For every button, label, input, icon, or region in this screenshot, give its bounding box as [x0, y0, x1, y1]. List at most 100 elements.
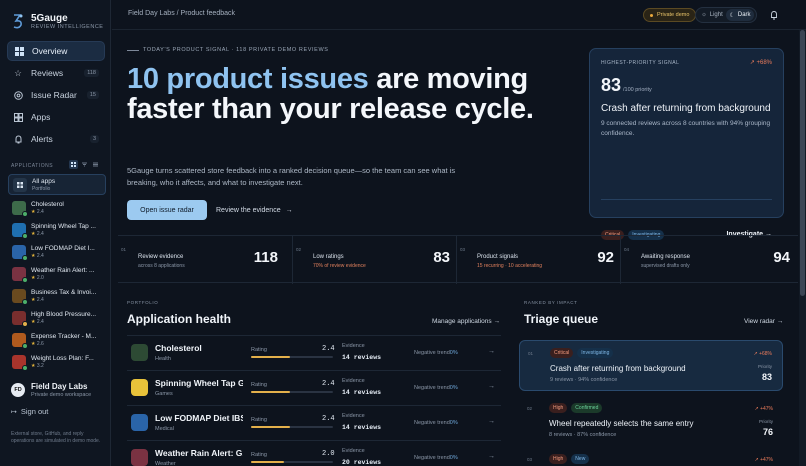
theme-toggle[interactable]: ☼ Light ☾ Dark	[695, 7, 757, 23]
app-health-row[interactable]: Low FODMAP Diet IBS Medical Rating 2.4 E…	[127, 405, 501, 439]
arrow-right-icon: →	[776, 318, 784, 325]
triage-sub: 8 reviews · 87% confidence	[549, 432, 617, 438]
view-radar-label: View radar	[744, 318, 775, 325]
star-icon: ★	[31, 362, 36, 369]
avatar: FD	[11, 383, 25, 397]
stat-sub: 70% of review evidence	[313, 263, 366, 269]
notifications-bell-icon[interactable]	[769, 10, 779, 20]
negative-trend: Negative trend0%	[414, 350, 458, 356]
star-icon: ★	[31, 252, 36, 259]
manage-applications-link[interactable]: Manage applications →	[432, 318, 500, 325]
nav-apps[interactable]: Apps	[7, 107, 105, 127]
trend-up-icon: ↗	[749, 60, 755, 66]
arrow-right-icon[interactable]: →	[488, 383, 495, 390]
sidebar-app-item[interactable]: Cholesterol ★ 2.4	[8, 197, 106, 218]
grid-icon	[13, 177, 27, 192]
scrollbar[interactable]	[799, 30, 806, 466]
user-profile[interactable]: FD Field Day Labs Private demo workspace	[11, 382, 91, 398]
sidebar-app-item[interactable]: Weather Rain Alert: ... ★ 2.0	[8, 263, 106, 284]
sidebar-app-item[interactable]: High Blood Pressure... ★ 2.4	[8, 307, 106, 328]
status-dot-icon	[22, 276, 28, 283]
nav-reviews[interactable]: ☆ Reviews 118	[7, 63, 105, 83]
stat-product-signals: 03 Product signals 15 recurring · 10 acc…	[456, 236, 620, 284]
priority-label: Priority	[757, 364, 772, 369]
rating-bar-fill	[251, 356, 291, 358]
app-health-row[interactable]: Weather Rain Alert: G... Weather Rating …	[127, 440, 501, 466]
sidebar-app-item[interactable]: Low FODMAP Diet I... ★ 2.4	[8, 241, 106, 262]
triage-delta-value: +47%	[760, 457, 773, 463]
app-name: Expense Tracker - M...	[31, 332, 97, 340]
grid-view-icon[interactable]	[69, 160, 78, 169]
theme-dark-option[interactable]: ☾ Dark	[726, 9, 754, 21]
app-rating-value: 2.4	[36, 318, 44, 325]
brand-name: 5Gauge	[31, 13, 68, 24]
stat-number: 01	[121, 247, 127, 252]
app-health-row[interactable]: Cholesterol Health Rating 2.4 Evidence 1…	[127, 335, 501, 369]
app-icon	[12, 332, 28, 349]
stat-value: 83	[433, 249, 450, 266]
stat-sub: 15 recurring · 10 accelerating	[477, 263, 543, 269]
triage-delta: ↗ +47%	[754, 406, 773, 412]
triage-item[interactable]: 01 Critical Investigating ↗ +68% Crash aft…	[519, 340, 783, 391]
scrollbar-thumb[interactable]	[800, 30, 805, 296]
negative-trend: Negative trend0%	[414, 420, 458, 426]
arrow-right-icon[interactable]: →	[488, 348, 495, 355]
arrow-right-icon[interactable]: →	[488, 453, 495, 460]
status-dot-icon	[22, 364, 28, 371]
rating-label: Rating	[251, 382, 267, 388]
trend-up-icon: ↗	[754, 457, 759, 463]
rating-bar	[251, 356, 333, 358]
trend-label: Negative trend	[414, 420, 450, 426]
trend-value: 0%	[449, 385, 458, 391]
status-dot-icon	[22, 342, 28, 349]
nav-overview[interactable]: Overview	[7, 41, 105, 61]
nav-label: Apps	[31, 112, 51, 122]
evidence-label: Evidence	[342, 343, 365, 349]
view-radar-link[interactable]: View radar →	[744, 318, 783, 325]
trend-label: Negative trend	[414, 350, 450, 356]
rating-label: Rating	[251, 452, 267, 458]
triage-item[interactable]: 03 High New ↗ +47%	[519, 447, 783, 466]
status-dot-icon	[22, 232, 28, 239]
app-name: Low FODMAP Diet IBS	[155, 413, 243, 423]
app-rating: ★ 2.4	[31, 209, 64, 215]
sidebar-app-item[interactable]: Expense Tracker - M... ★ 2.6	[8, 329, 106, 350]
sidebar-app-all[interactable]: All apps Portfolio	[8, 174, 106, 195]
sign-out-label: Sign out	[20, 407, 49, 416]
sign-out-button[interactable]: ↦ Sign out	[11, 407, 48, 416]
trend-up-icon: ↗	[753, 351, 758, 357]
app-health-row[interactable]: Spinning Wheel Tap Game Games Rating 2.4…	[127, 370, 501, 404]
sidebar-app-item[interactable]: Spinning Wheel Tap ... ★ 2.4	[8, 219, 106, 240]
signal-description: 9 connected reviews across 8 countries w…	[601, 120, 771, 137]
sort-icon[interactable]	[80, 160, 89, 169]
brand-tagline: REVIEW INTELLIGENCE	[31, 24, 104, 30]
arrow-right-icon[interactable]: →	[488, 418, 495, 425]
app-name: Business Tax & Invoi...	[31, 288, 97, 296]
breadcrumb[interactable]: Field Day Labs / Product feedback	[128, 10, 235, 17]
theme-light-option[interactable]: ☼ Light	[698, 9, 726, 21]
grid-icon	[14, 46, 24, 56]
nav-count: 15	[86, 91, 99, 99]
nav-issue-radar[interactable]: Issue Radar 15	[7, 85, 105, 105]
triage-title: Crash after returning from background	[550, 364, 686, 373]
triage-tags: Critical Investigating	[550, 348, 614, 358]
nav-count: 118	[84, 69, 99, 77]
open-issue-radar-button[interactable]: Open issue radar	[127, 200, 207, 220]
stat-label: Product signals	[477, 254, 519, 260]
rating-bar	[251, 461, 333, 463]
nav-alerts[interactable]: Alerts 3	[7, 129, 105, 149]
stat-low-ratings: 02 Low ratings 70% of review evidence 83	[292, 236, 456, 284]
moon-icon: ☾	[729, 12, 735, 19]
star-icon: ★	[31, 340, 36, 347]
sidebar-app-item[interactable]: Weight Loss Plan: F... ★ 3.2	[8, 351, 106, 372]
list-view-icon[interactable]	[91, 160, 100, 169]
nav-label: Alerts	[31, 134, 53, 144]
severity-badge: High	[549, 403, 568, 413]
triage-item[interactable]: 02 High Confirmed ↗ +47% Wheel repeatedly …	[519, 396, 783, 448]
highest-priority-signal-card[interactable]: HIGHEST-PRIORITY SIGNAL ↗ +68% 83 /100 p…	[589, 48, 784, 240]
sidebar-app-item[interactable]: Business Tax & Invoi... ★ 2.4	[8, 285, 106, 306]
status-dot-icon	[22, 320, 28, 327]
nav-label: Overview	[32, 46, 68, 56]
portfolio-eyebrow: PORTFOLIO	[127, 300, 159, 305]
review-evidence-button[interactable]: Review the evidence →	[216, 200, 293, 220]
